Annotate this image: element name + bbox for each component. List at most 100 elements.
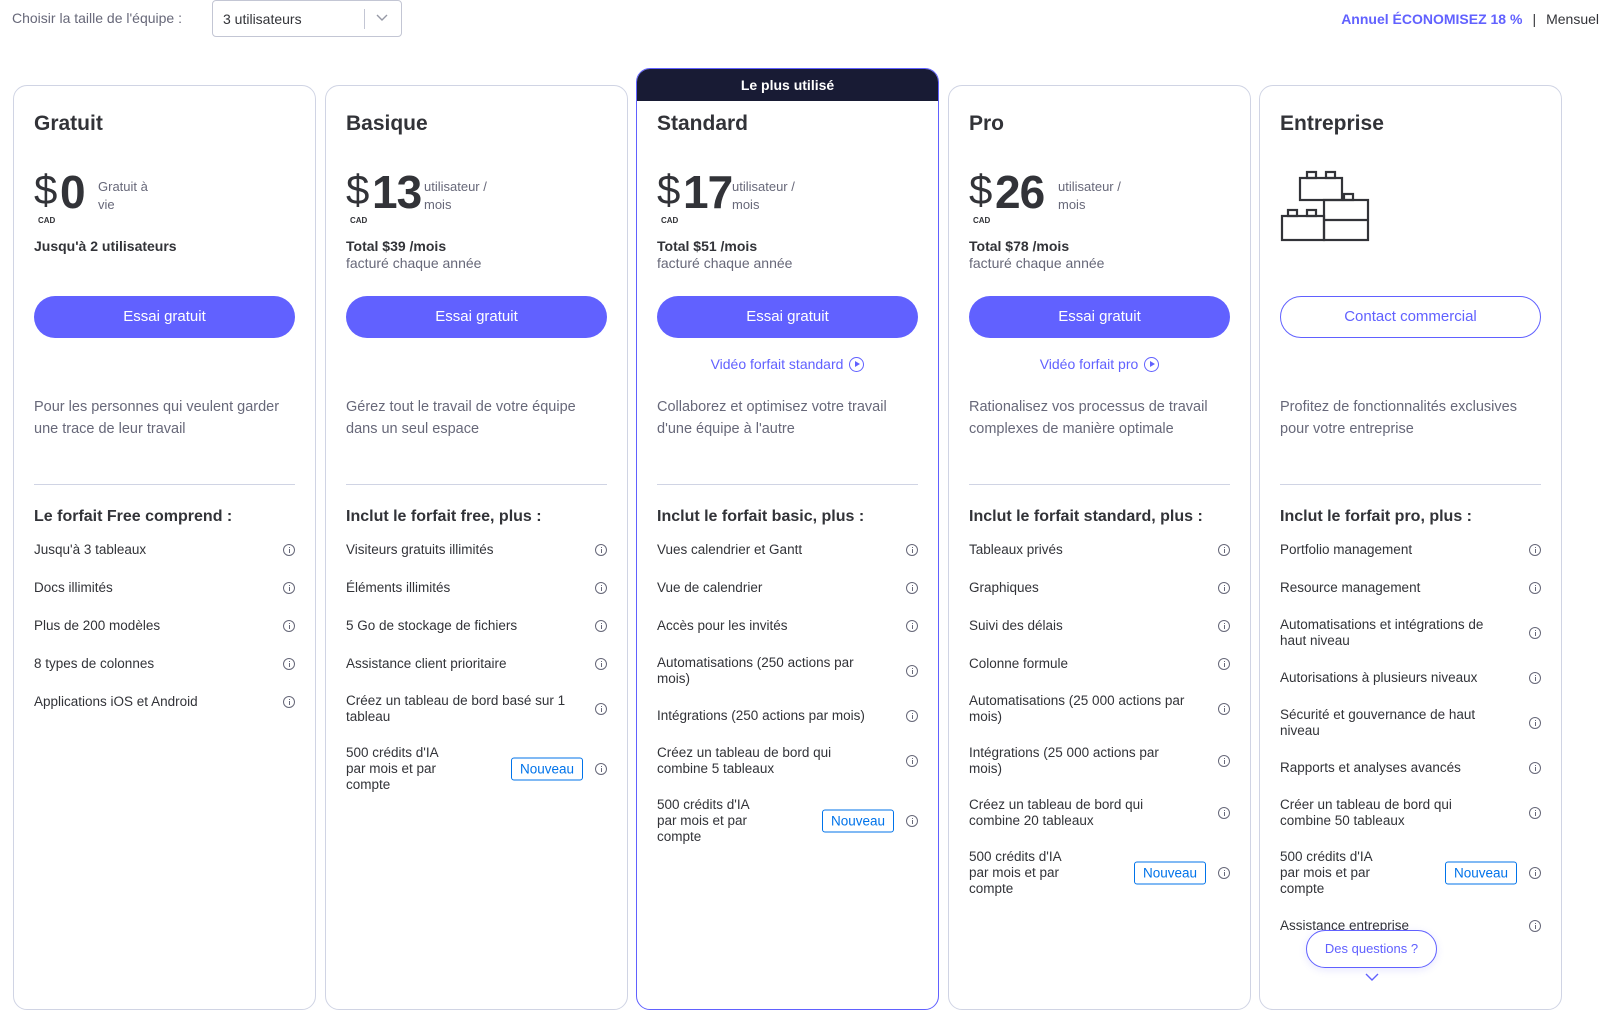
feature-text: Créer un tableau de bord qui combine 50 … — [1280, 797, 1452, 828]
feature-text: Automatisations (250 actions par mois) — [657, 655, 854, 686]
feature-item: 5 Go de stockage de fichiers — [346, 617, 607, 635]
feature-item: Vue de calendrier — [657, 579, 918, 597]
new-badge: Nouveau — [510, 757, 583, 781]
feature-text: 500 crédits d'IA par mois et par compte — [969, 849, 1061, 896]
feature-list: Jusqu'à 3 tableaux Docs illimités Plus d… — [34, 541, 295, 731]
info-icon[interactable] — [283, 582, 295, 594]
play-icon — [1144, 357, 1160, 372]
feature-item: 8 types de colonnes — [34, 655, 295, 673]
info-icon[interactable] — [1218, 544, 1230, 556]
free-trial-button[interactable]: Essai gratuit — [969, 296, 1230, 338]
plan-video-link[interactable]: Vidéo forfait pro — [969, 356, 1230, 372]
info-icon[interactable] — [1529, 627, 1541, 639]
info-icon[interactable] — [1529, 867, 1541, 879]
plan-name: Entreprise — [1280, 112, 1384, 135]
currency-symbol: $ — [34, 166, 58, 213]
annual-option[interactable]: Annuel ÉCONOMISEZ 18 % — [1341, 11, 1522, 27]
feature-text: Visiteurs gratuits illimités — [346, 542, 494, 557]
team-size-select[interactable]: 3 utilisateurs — [212, 0, 402, 37]
new-badge: Nouveau — [1133, 861, 1206, 885]
features-title: Inclut le forfait standard, plus : — [969, 508, 1203, 525]
info-icon[interactable] — [1218, 807, 1230, 819]
currency-code: CAD — [973, 216, 991, 225]
feature-text: Assistance client prioritaire — [346, 656, 507, 671]
info-icon[interactable] — [1529, 544, 1541, 556]
info-icon[interactable] — [595, 763, 607, 775]
questions-button[interactable]: Des questions ? — [1306, 930, 1437, 968]
info-icon[interactable] — [1529, 717, 1541, 729]
info-icon[interactable] — [1529, 807, 1541, 819]
info-icon[interactable] — [595, 703, 607, 715]
feature-item: Intégrations (25 000 actions par mois) — [969, 745, 1230, 777]
info-icon[interactable] — [906, 620, 918, 632]
feature-item: Assistance client prioritaire — [346, 655, 607, 673]
info-icon[interactable] — [1218, 658, 1230, 670]
free-trial-button[interactable]: Essai gratuit — [34, 296, 295, 338]
currency-code: CAD — [350, 216, 368, 225]
feature-text: Applications iOS et Android — [34, 694, 198, 709]
feature-item: Sécurité et gouvernance de haut niveau — [1280, 707, 1541, 739]
plan-card-standard: Le plus utilisé Standard $ 17 CAD utilis… — [636, 68, 939, 1010]
feature-text: Tableaux privés — [969, 542, 1063, 557]
plan-card-basique: Basique $ 13 CAD utilisateur / mois Tota… — [325, 85, 628, 1010]
feature-item: Graphiques — [969, 579, 1230, 597]
info-icon[interactable] — [1529, 762, 1541, 774]
divider — [657, 484, 918, 485]
feature-item: Créez un tableau de bord basé sur 1 tabl… — [346, 693, 607, 725]
info-icon[interactable] — [595, 544, 607, 556]
billing-note: facturé chaque année — [346, 255, 482, 271]
divider — [346, 484, 607, 485]
info-icon[interactable] — [1529, 672, 1541, 684]
info-icon[interactable] — [283, 620, 295, 632]
info-icon[interactable] — [1529, 582, 1541, 594]
free-trial-button[interactable]: Essai gratuit — [346, 296, 607, 338]
info-icon[interactable] — [906, 710, 918, 722]
monthly-option[interactable]: Mensuel — [1546, 11, 1599, 27]
feature-item-ai-credits: 500 crédits d'IA par mois et par compte N… — [346, 745, 607, 793]
price-period: utilisateur / mois — [732, 179, 795, 212]
info-icon[interactable] — [906, 665, 918, 677]
chevron-down-icon[interactable] — [1365, 972, 1379, 982]
info-icon[interactable] — [1529, 920, 1541, 932]
info-icon[interactable] — [283, 544, 295, 556]
feature-text: Suivi des délais — [969, 618, 1063, 633]
feature-item-ai-credits: 500 crédits d'IA par mois et par compte N… — [657, 797, 918, 845]
info-icon[interactable] — [595, 620, 607, 632]
contact-sales-button[interactable]: Contact commercial — [1280, 296, 1541, 338]
info-icon[interactable] — [1218, 703, 1230, 715]
feature-list: Vues calendrier et Gantt Vue de calendri… — [657, 541, 918, 865]
info-icon[interactable] — [906, 815, 918, 827]
feature-text: Vues calendrier et Gantt — [657, 542, 803, 557]
info-icon[interactable] — [1218, 755, 1230, 767]
divider — [1280, 484, 1541, 485]
info-icon[interactable] — [1218, 582, 1230, 594]
feature-text: Sécurité et gouvernance de haut niveau — [1280, 707, 1476, 738]
price-period: utilisateur / mois — [1058, 179, 1121, 212]
info-icon[interactable] — [595, 582, 607, 594]
currency-symbol: $ — [657, 166, 681, 213]
feature-text: Intégrations (25 000 actions par mois) — [969, 745, 1159, 776]
play-icon — [849, 357, 865, 372]
divider — [34, 484, 295, 485]
currency-code: CAD — [38, 216, 56, 225]
billing-note: facturé chaque année — [657, 255, 793, 271]
feature-item: Rapports et analyses avancés — [1280, 759, 1541, 777]
free-trial-button[interactable]: Essai gratuit — [657, 296, 918, 338]
feature-item-ai-credits: 500 crédits d'IA par mois et par compte N… — [969, 849, 1230, 897]
info-icon[interactable] — [595, 658, 607, 670]
info-icon[interactable] — [283, 658, 295, 670]
info-icon[interactable] — [283, 696, 295, 708]
feature-text: Jusqu'à 3 tableaux — [34, 542, 147, 557]
info-icon[interactable] — [906, 582, 918, 594]
feature-text: Docs illimités — [34, 580, 113, 595]
features-title: Inclut le forfait free, plus : — [346, 508, 542, 525]
plan-card-entreprise: Entreprise Contact commercial Profitez d… — [1259, 85, 1562, 1010]
info-icon[interactable] — [1218, 620, 1230, 632]
info-icon[interactable] — [906, 544, 918, 556]
plan-video-link[interactable]: Vidéo forfait standard — [657, 356, 918, 372]
billing-note: facturé chaque année — [969, 255, 1105, 271]
info-icon[interactable] — [906, 755, 918, 767]
info-icon[interactable] — [1218, 867, 1230, 879]
feature-text: Éléments illimités — [346, 580, 451, 595]
video-link-label: Vidéo forfait standard — [710, 356, 844, 372]
